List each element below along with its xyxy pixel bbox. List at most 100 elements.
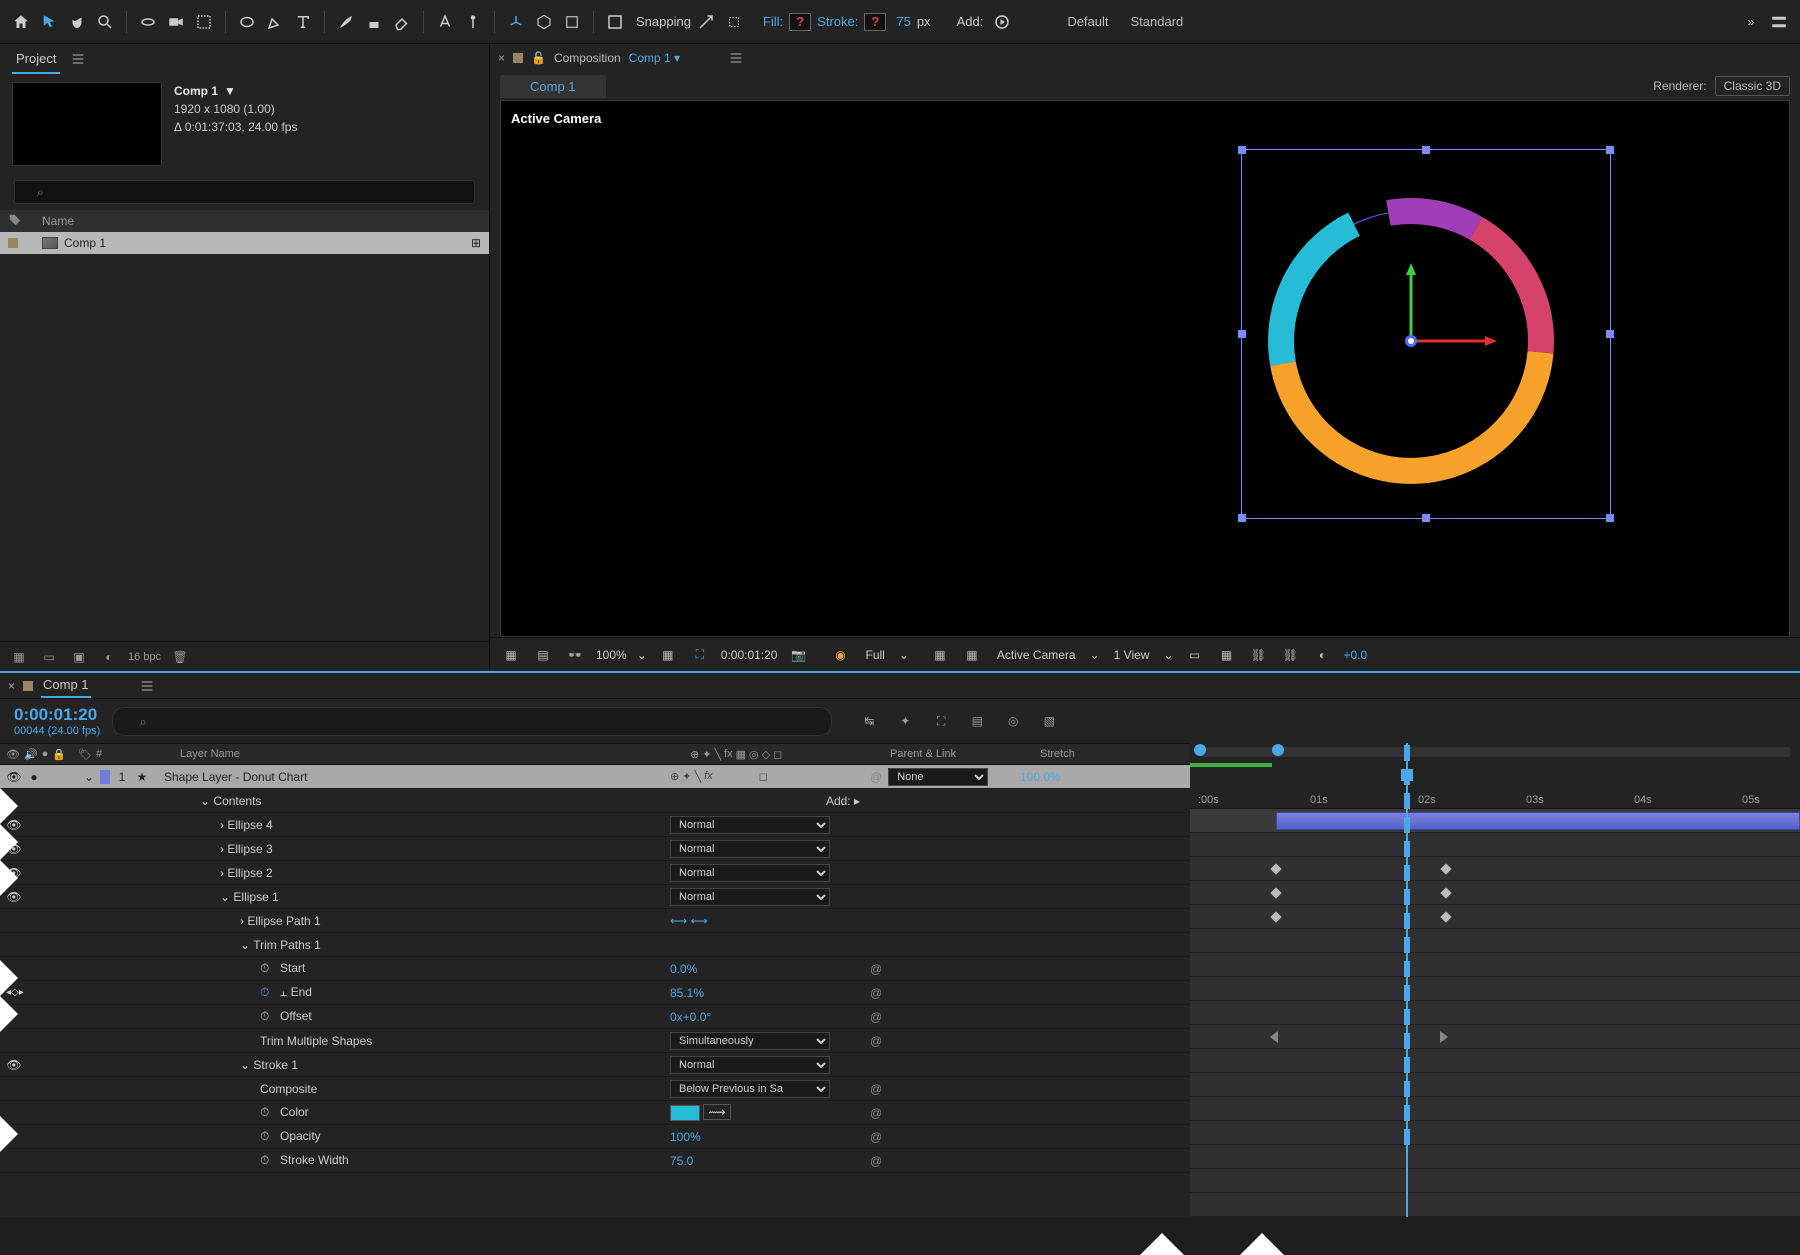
more-tools-icon[interactable]: » — [1738, 9, 1764, 35]
panel-menu-icon[interactable] — [70, 51, 86, 67]
blend-mode-dropdown[interactable]: Normal — [670, 816, 830, 834]
ellipse-tool-icon[interactable] — [234, 9, 260, 35]
trim-offset-value[interactable]: 0x+0.0° — [670, 1010, 711, 1024]
trim-end-row[interactable]: ◂◇▸ ⏱⫠ End 85.1% @ — [0, 981, 1190, 1005]
view-layout-dropdown[interactable]: 1 View — [1110, 646, 1154, 664]
comp-mini-flowchart-icon[interactable]: ↹ — [858, 710, 880, 732]
stroke-opacity-row[interactable]: ⏱Opacity 100% @ — [0, 1125, 1190, 1149]
project-col-name[interactable]: Name — [42, 214, 74, 228]
bpc-label[interactable]: 16 bpc — [128, 651, 161, 663]
transparency-grid-icon[interactable]: ▦ — [929, 644, 951, 666]
project-tab[interactable]: Project — [12, 45, 60, 74]
flowchart-footer-icon[interactable]: ⛓ — [1280, 644, 1302, 666]
layer-duration-bar[interactable] — [1276, 812, 1800, 830]
viewport[interactable]: Active Camera — [500, 100, 1790, 637]
col-stretch[interactable]: Stretch — [1040, 748, 1140, 760]
3d-unified-tool-icon[interactable] — [531, 9, 557, 35]
project-item-row[interactable]: Comp 1 ⊞ — [0, 232, 489, 254]
home-icon[interactable] — [8, 9, 34, 35]
fast-preview-icon[interactable]: ▦ — [1216, 644, 1238, 666]
project-search-input[interactable] — [14, 180, 475, 204]
time-ruler[interactable]: :00s 01s 02s 03s 04s 05s — [1190, 743, 1800, 809]
comp-nav-tab[interactable]: Comp 1 — [500, 75, 606, 98]
eye-icon[interactable]: 👁 — [6, 770, 22, 784]
camera-dropdown[interactable]: Active Camera — [993, 646, 1080, 664]
col-layer-name[interactable]: Layer Name — [160, 748, 690, 760]
settings-icon[interactable] — [1766, 9, 1792, 35]
stopwatch-active-icon[interactable]: ⏱ — [260, 985, 274, 1000]
stroke-label[interactable]: Stroke: — [817, 14, 858, 29]
3d-view-icon[interactable]: ▦ — [961, 644, 983, 666]
label-header-icon[interactable]: 🏷 — [78, 748, 92, 761]
ease-in-keyframe[interactable] — [1270, 1031, 1278, 1043]
stroke-width-value[interactable]: 75 — [896, 14, 910, 29]
snap-collapse-icon[interactable] — [721, 9, 747, 35]
stroke-width-row[interactable]: ⏱Stroke Width 75.0 @ — [0, 1149, 1190, 1173]
layer-color-chip[interactable] — [100, 770, 110, 784]
pen-tool-icon[interactable] — [262, 9, 288, 35]
stretch-value[interactable]: 100.0% — [1020, 770, 1120, 784]
pan-behind-tool-icon[interactable] — [191, 9, 217, 35]
comp-panel-menu-icon[interactable] — [728, 50, 744, 66]
eyedropper-icon[interactable]: ⟿ — [703, 1104, 730, 1120]
stroke-opacity-value[interactable]: 100% — [670, 1130, 701, 1144]
contents-row[interactable]: ⌄ Contents Add: ▸ — [0, 789, 1190, 813]
mask-visibility-icon[interactable]: 👓 — [564, 644, 586, 666]
fill-swatch[interactable]: ? — [789, 13, 811, 31]
trim-paths1-row[interactable]: ⌄ Trim Paths 1 — [0, 933, 1190, 957]
current-time-indicator[interactable] — [1406, 743, 1408, 808]
project-settings-icon[interactable]: ◐ — [98, 646, 120, 668]
channel-icon[interactable]: ◉ — [829, 644, 851, 666]
eraser-tool-icon[interactable] — [389, 9, 415, 35]
audio-switch-header-icon[interactable]: 🔊 — [24, 748, 38, 761]
timeline-tab[interactable]: Comp 1 — [41, 673, 91, 698]
orbit-tool-icon[interactable] — [135, 9, 161, 35]
roto-brush-tool-icon[interactable] — [432, 9, 458, 35]
timeline-icon[interactable]: ⛓ — [1248, 644, 1270, 666]
fill-label[interactable]: Fill: — [763, 14, 783, 29]
brush-tool-icon[interactable] — [333, 9, 359, 35]
expression-pickwhip-icon[interactable]: @ — [870, 962, 882, 976]
stroke-color-row[interactable]: ⏱Color ⟿ @ — [0, 1101, 1190, 1125]
pickwhip-icon[interactable]: @ — [870, 770, 882, 784]
flowchart-icon[interactable]: ⊞ — [471, 236, 481, 250]
hand-tool-icon[interactable] — [64, 9, 90, 35]
resolution-icon[interactable]: ▦ — [657, 644, 679, 666]
trim-end-value[interactable]: 85.1% — [670, 986, 704, 1000]
comp-thumbnail[interactable] — [12, 82, 162, 166]
draft-3d-icon[interactable]: ✦ — [894, 710, 916, 732]
ellipse1-row[interactable]: 👁 ⌄ Ellipse 1 Normal — [0, 885, 1190, 909]
layer-row[interactable]: 👁 ● ⌄ 1 ★ Shape Layer - Donut Chart ⊕✦╲f… — [0, 765, 1190, 789]
composite-dropdown[interactable]: Below Previous in Sa — [670, 1080, 830, 1098]
trim-start-value[interactable]: 0.0% — [670, 962, 697, 976]
add-content-icon[interactable]: ▸ — [854, 794, 860, 808]
selection-bounding-box[interactable] — [1241, 149, 1611, 519]
selection-tool-icon[interactable] — [36, 9, 62, 35]
lock-switch-header-icon[interactable]: 🔒 — [52, 748, 66, 761]
ellipse2-row[interactable]: 👁 › Ellipse 2 Normal — [0, 861, 1190, 885]
video-switch-header-icon[interactable]: 👁 — [6, 748, 20, 761]
graph-icon[interactable]: ⫠ — [280, 985, 291, 999]
timeline-search-input[interactable] — [112, 707, 832, 736]
ellipse3-row[interactable]: 👁 › Ellipse 3 Normal — [0, 837, 1190, 861]
new-folder-icon[interactable]: ▭ — [38, 646, 60, 668]
comp-menu-caret[interactable]: ▼ — [224, 82, 236, 100]
pixel-aspect-icon[interactable]: ▭ — [1184, 644, 1206, 666]
zoom-tool-icon[interactable] — [92, 9, 118, 35]
lock-icon[interactable]: 🔓 — [531, 51, 546, 65]
stroke-width-value[interactable]: 75.0 — [670, 1154, 693, 1168]
path-uniform-icon[interactable]: ⟷ ⟷ — [670, 914, 708, 928]
trim-offset-row[interactable]: ⏱Offset 0x+0.0° @ — [0, 1005, 1190, 1029]
ellipse4-row[interactable]: 👁 › Ellipse 4 Normal — [0, 813, 1190, 837]
stroke-swatch[interactable]: ? — [864, 13, 886, 31]
trim-multi-dropdown[interactable]: Simultaneously — [670, 1032, 830, 1050]
col-parent[interactable]: Parent & Link — [890, 748, 1040, 760]
solo-switch-header-icon[interactable]: ● — [42, 748, 49, 761]
frame-blend-icon[interactable]: ▤ — [966, 710, 988, 732]
snap-edge-icon[interactable] — [693, 9, 719, 35]
ease-out-keyframe[interactable] — [1440, 1031, 1448, 1043]
add-shape-icon[interactable] — [989, 9, 1015, 35]
zoom-value[interactable]: 100% — [596, 648, 627, 662]
text-tool-icon[interactable] — [290, 9, 316, 35]
timeline-close-icon[interactable]: × — [8, 679, 15, 693]
